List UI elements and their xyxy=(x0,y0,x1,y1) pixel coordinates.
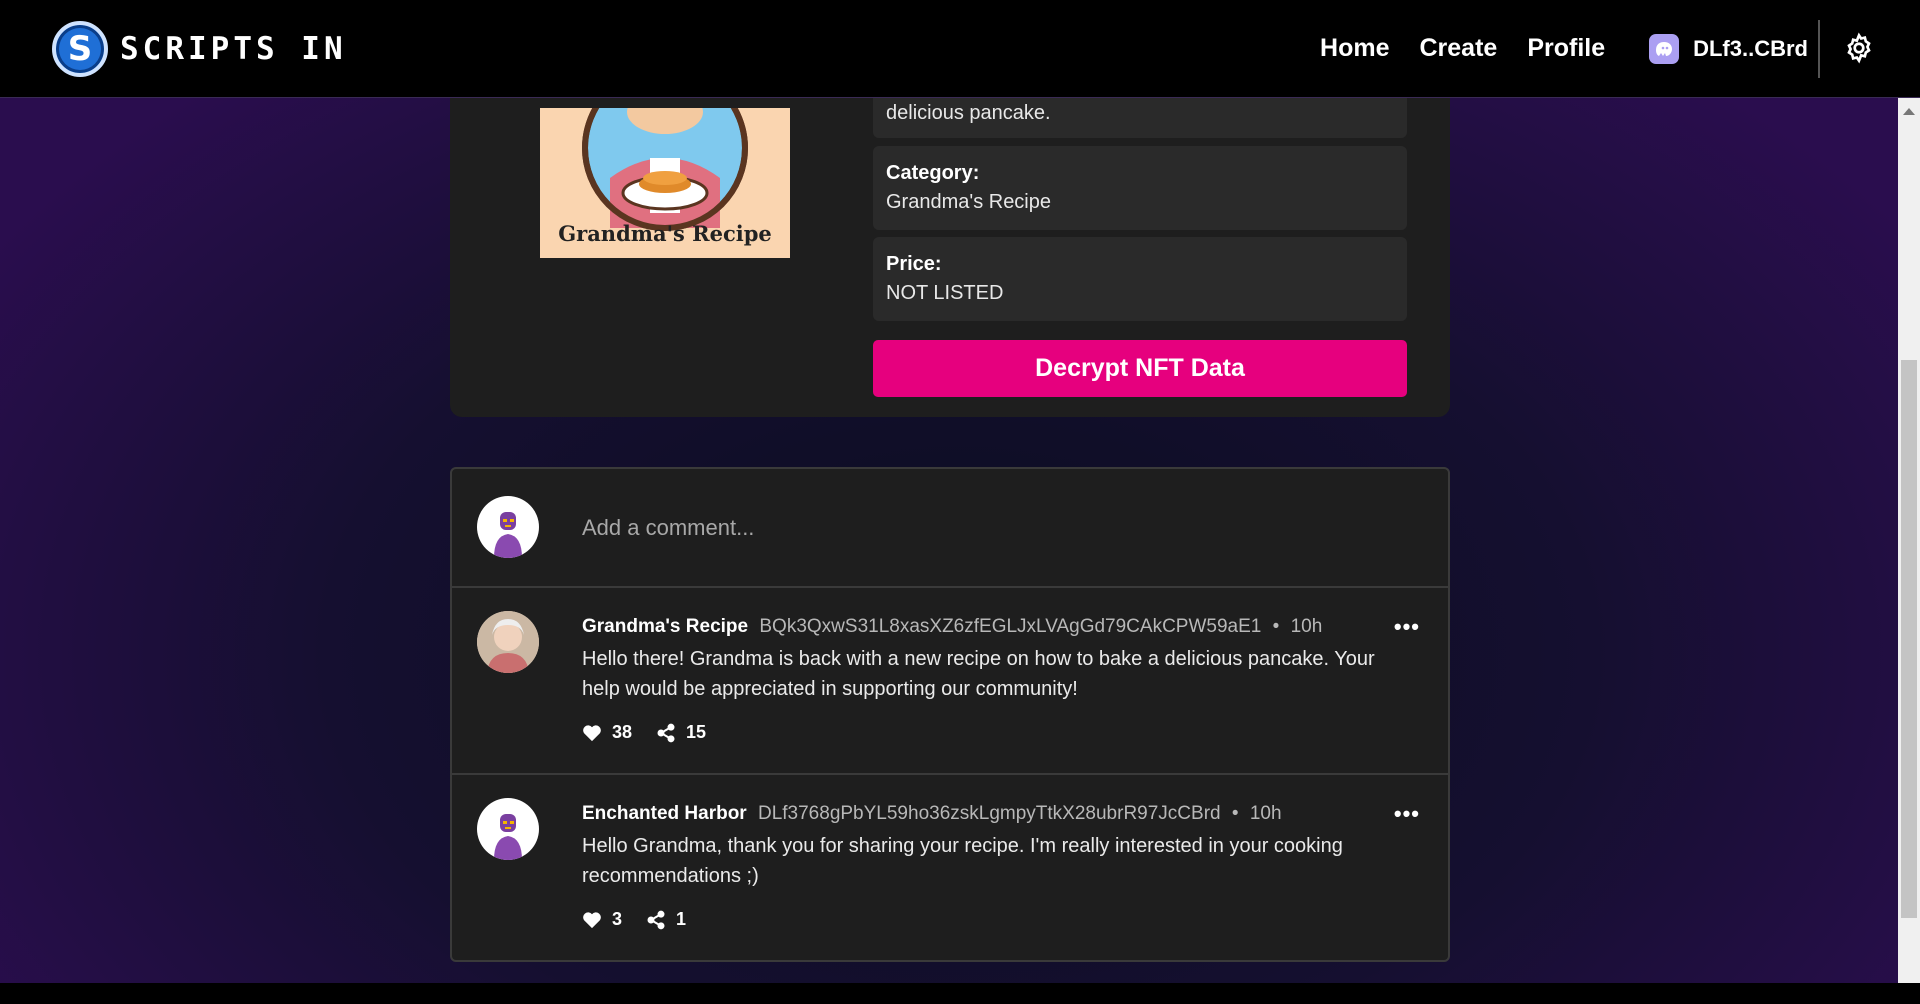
description-box: delicious pancake. xyxy=(873,98,1407,138)
comment-separator: • xyxy=(1231,803,1239,824)
page-scrollbar[interactable] xyxy=(1898,98,1920,983)
nav-divider xyxy=(1818,20,1820,78)
like-count: 38 xyxy=(612,722,633,742)
nav-profile-link[interactable]: Profile xyxy=(1527,34,1605,63)
share-button[interactable]: 1 xyxy=(646,909,686,930)
like-button[interactable]: 38 xyxy=(582,722,632,743)
comment-item: Grandma's Recipe BQk3QxwS31L8xasXZ6zfEGL… xyxy=(452,588,1448,775)
wallet-button[interactable]: DLf3..CBrd xyxy=(1649,33,1808,64)
price-value: NOT LISTED xyxy=(886,282,1004,304)
nft-detail-card: Grandma's Recipe delicious pancake. Cate… xyxy=(450,98,1450,417)
heart-icon xyxy=(583,911,601,928)
share-button[interactable]: 15 xyxy=(656,722,706,743)
price-box: Price: NOT LISTED xyxy=(873,237,1407,321)
brand-name: SCRIPTS IN xyxy=(120,30,347,67)
comment-text: Hello there! Grandma is back with a new … xyxy=(582,648,1375,700)
nft-image: Grandma's Recipe xyxy=(540,108,790,258)
commenter-avatar[interactable] xyxy=(477,798,539,860)
top-navbar: S SCRIPTS IN Home Create Profile DLf3..C… xyxy=(0,0,1920,98)
comment-address[interactable]: DLf3768gPbYL59ho36zskLgmpyTtkX28ubrR97Jc… xyxy=(758,803,1221,824)
price-label: Price: xyxy=(886,253,942,275)
share-icon xyxy=(657,723,675,742)
comment-time: 10h xyxy=(1249,803,1282,824)
category-label: Category: xyxy=(886,162,980,184)
main-nav: Home Create Profile DLf3..CBrd xyxy=(1290,33,1808,64)
logo-letter: S xyxy=(67,28,93,69)
comment-time: 10h xyxy=(1290,616,1323,637)
wallet-address: DLf3..CBrd xyxy=(1693,35,1808,61)
comment-separator: • xyxy=(1272,616,1280,637)
nft-image-caption: Grandma's Recipe xyxy=(558,221,772,246)
heart-icon xyxy=(583,724,601,741)
comment-more-button[interactable]: ••• xyxy=(1394,801,1420,827)
comment-actions: 38 15 xyxy=(582,722,730,743)
like-button[interactable]: 3 xyxy=(582,909,622,930)
scrollbar-thumb[interactable] xyxy=(1901,360,1917,918)
logo-icon: S xyxy=(52,20,108,77)
nav-create-link[interactable]: Create xyxy=(1419,34,1497,63)
comment-item: Enchanted Harbor DLf3768gPbYL59ho36zskLg… xyxy=(452,775,1448,960)
settings-gear-icon[interactable] xyxy=(1843,32,1875,64)
comment-actions: 3 1 xyxy=(582,909,710,930)
comment-text: Hello Grandma, thank you for sharing you… xyxy=(582,835,1343,887)
comment-more-button[interactable]: ••• xyxy=(1394,614,1420,640)
phantom-wallet-icon xyxy=(1649,33,1680,64)
comment-input[interactable] xyxy=(582,504,1402,552)
comments-section: Grandma's Recipe BQk3QxwS31L8xasXZ6zfEGL… xyxy=(450,467,1450,962)
comment-header: Grandma's Recipe BQk3QxwS31L8xasXZ6zfEGL… xyxy=(582,616,1322,638)
comment-address[interactable]: BQk3QxwS31L8xasXZ6zfEGLJxLVAgGd79CAkCPW5… xyxy=(759,616,1261,637)
like-count: 3 xyxy=(612,909,623,929)
brand-logo[interactable]: S SCRIPTS IN xyxy=(52,20,347,77)
user-avatar[interactable] xyxy=(477,496,539,558)
scroll-up-arrow-icon[interactable] xyxy=(1903,108,1915,115)
share-count: 1 xyxy=(676,909,687,929)
comment-composer xyxy=(452,469,1448,588)
bottom-strip xyxy=(0,983,1920,1004)
comment-author[interactable]: Enchanted Harbor xyxy=(582,803,747,824)
share-icon xyxy=(647,910,665,929)
commenter-avatar[interactable] xyxy=(477,611,539,673)
comment-author[interactable]: Grandma's Recipe xyxy=(582,616,748,637)
category-value: Grandma's Recipe xyxy=(886,191,1051,213)
comment-header: Enchanted Harbor DLf3768gPbYL59ho36zskLg… xyxy=(582,803,1282,825)
decrypt-nft-button[interactable]: Decrypt NFT Data xyxy=(873,340,1407,397)
category-box: Category: Grandma's Recipe xyxy=(873,146,1407,230)
description-text: delicious pancake. xyxy=(886,102,1051,124)
nav-home-link[interactable]: Home xyxy=(1320,34,1389,63)
share-count: 15 xyxy=(686,722,707,742)
